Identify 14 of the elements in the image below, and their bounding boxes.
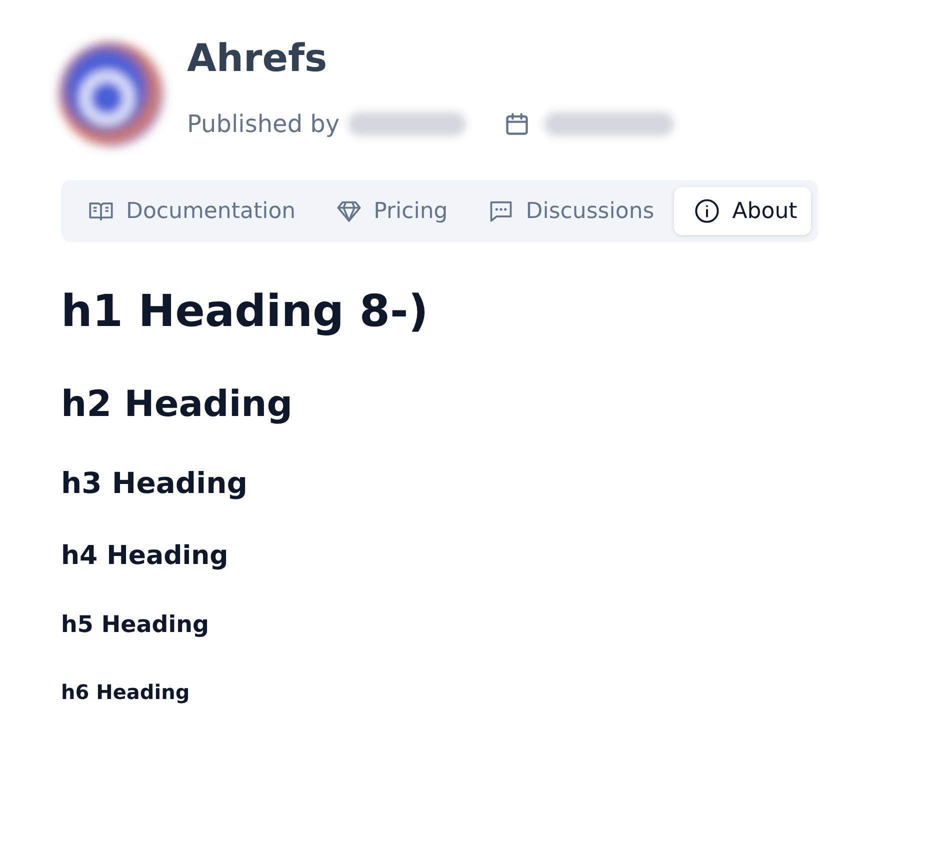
calendar-icon — [504, 111, 530, 137]
heading: h6 Heading — [61, 680, 191, 704]
heading: h5 Heading — [61, 612, 210, 640]
published-label: Published by — [187, 110, 340, 138]
heading: h4 Heading — [61, 540, 230, 572]
tab[interactable]: Pricing — [316, 187, 462, 235]
tab[interactable]: About — [674, 187, 812, 235]
heading: h1 Heading 8-) — [61, 286, 430, 339]
tab[interactable]: Documentation — [68, 187, 310, 235]
page-title: Ahrefs — [187, 36, 328, 82]
info-icon — [694, 198, 720, 224]
tab[interactable]: Discussions — [468, 187, 668, 235]
heading: h2 Heading — [61, 382, 294, 426]
heading: h3 Heading — [61, 466, 249, 501]
